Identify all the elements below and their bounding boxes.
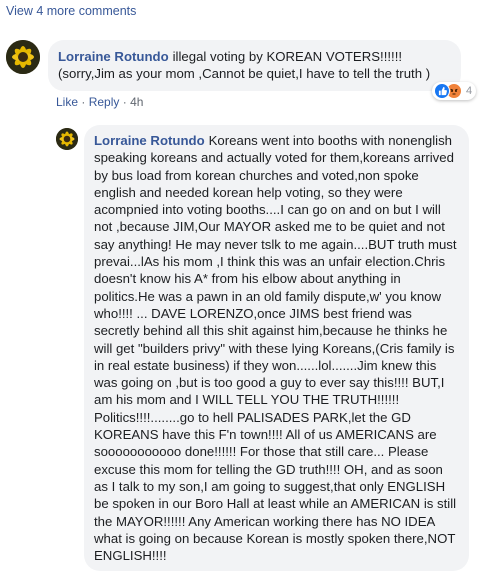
separator: · <box>122 95 127 109</box>
avatar[interactable] <box>6 40 40 74</box>
reply-bubble: Lorraine Rotundo Koreans went into booths… <box>84 125 469 571</box>
comment-bubble: Lorraine Rotundo illegal voting by KOREAN… <box>48 40 461 91</box>
comment-author[interactable]: Lorraine Rotundo <box>58 49 169 64</box>
view-more-comments-link[interactable]: View 4 more comments <box>6 4 136 18</box>
like-link[interactable]: Like <box>56 95 78 109</box>
avatar[interactable] <box>56 128 78 150</box>
comment-text: Koreans went into booths with nonenglish… <box>94 133 457 564</box>
separator: · <box>81 95 86 109</box>
comment-author[interactable]: Lorraine Rotundo <box>94 133 205 148</box>
like-icon <box>434 83 450 99</box>
sunflower-icon <box>56 128 78 150</box>
reply-link[interactable]: Reply <box>89 95 120 109</box>
comment-actions: Like · Reply · 4h <box>56 95 143 109</box>
sunflower-icon <box>6 40 40 74</box>
comment-timestamp[interactable]: 4h <box>130 95 143 109</box>
reaction-count: 4 <box>466 85 473 97</box>
reaction-summary[interactable]: 4 <box>432 82 477 100</box>
